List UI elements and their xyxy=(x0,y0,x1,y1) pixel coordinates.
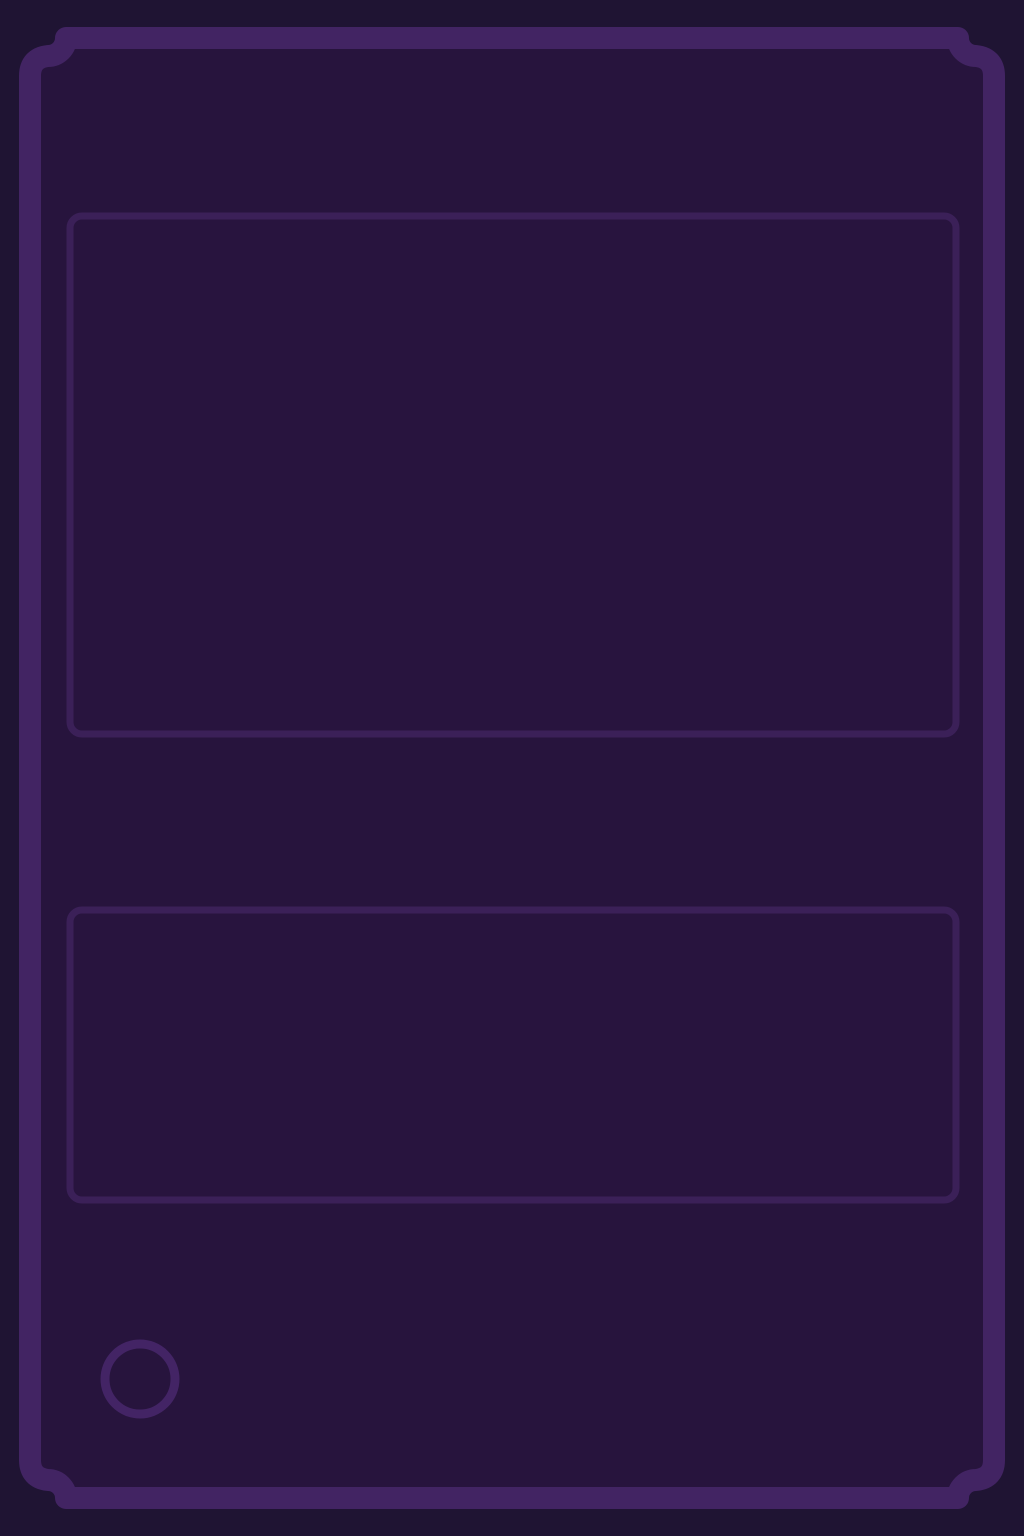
text-slot[interactable] xyxy=(66,906,960,1204)
gem-slot[interactable] xyxy=(98,1339,182,1419)
art-slot[interactable] xyxy=(66,212,960,738)
